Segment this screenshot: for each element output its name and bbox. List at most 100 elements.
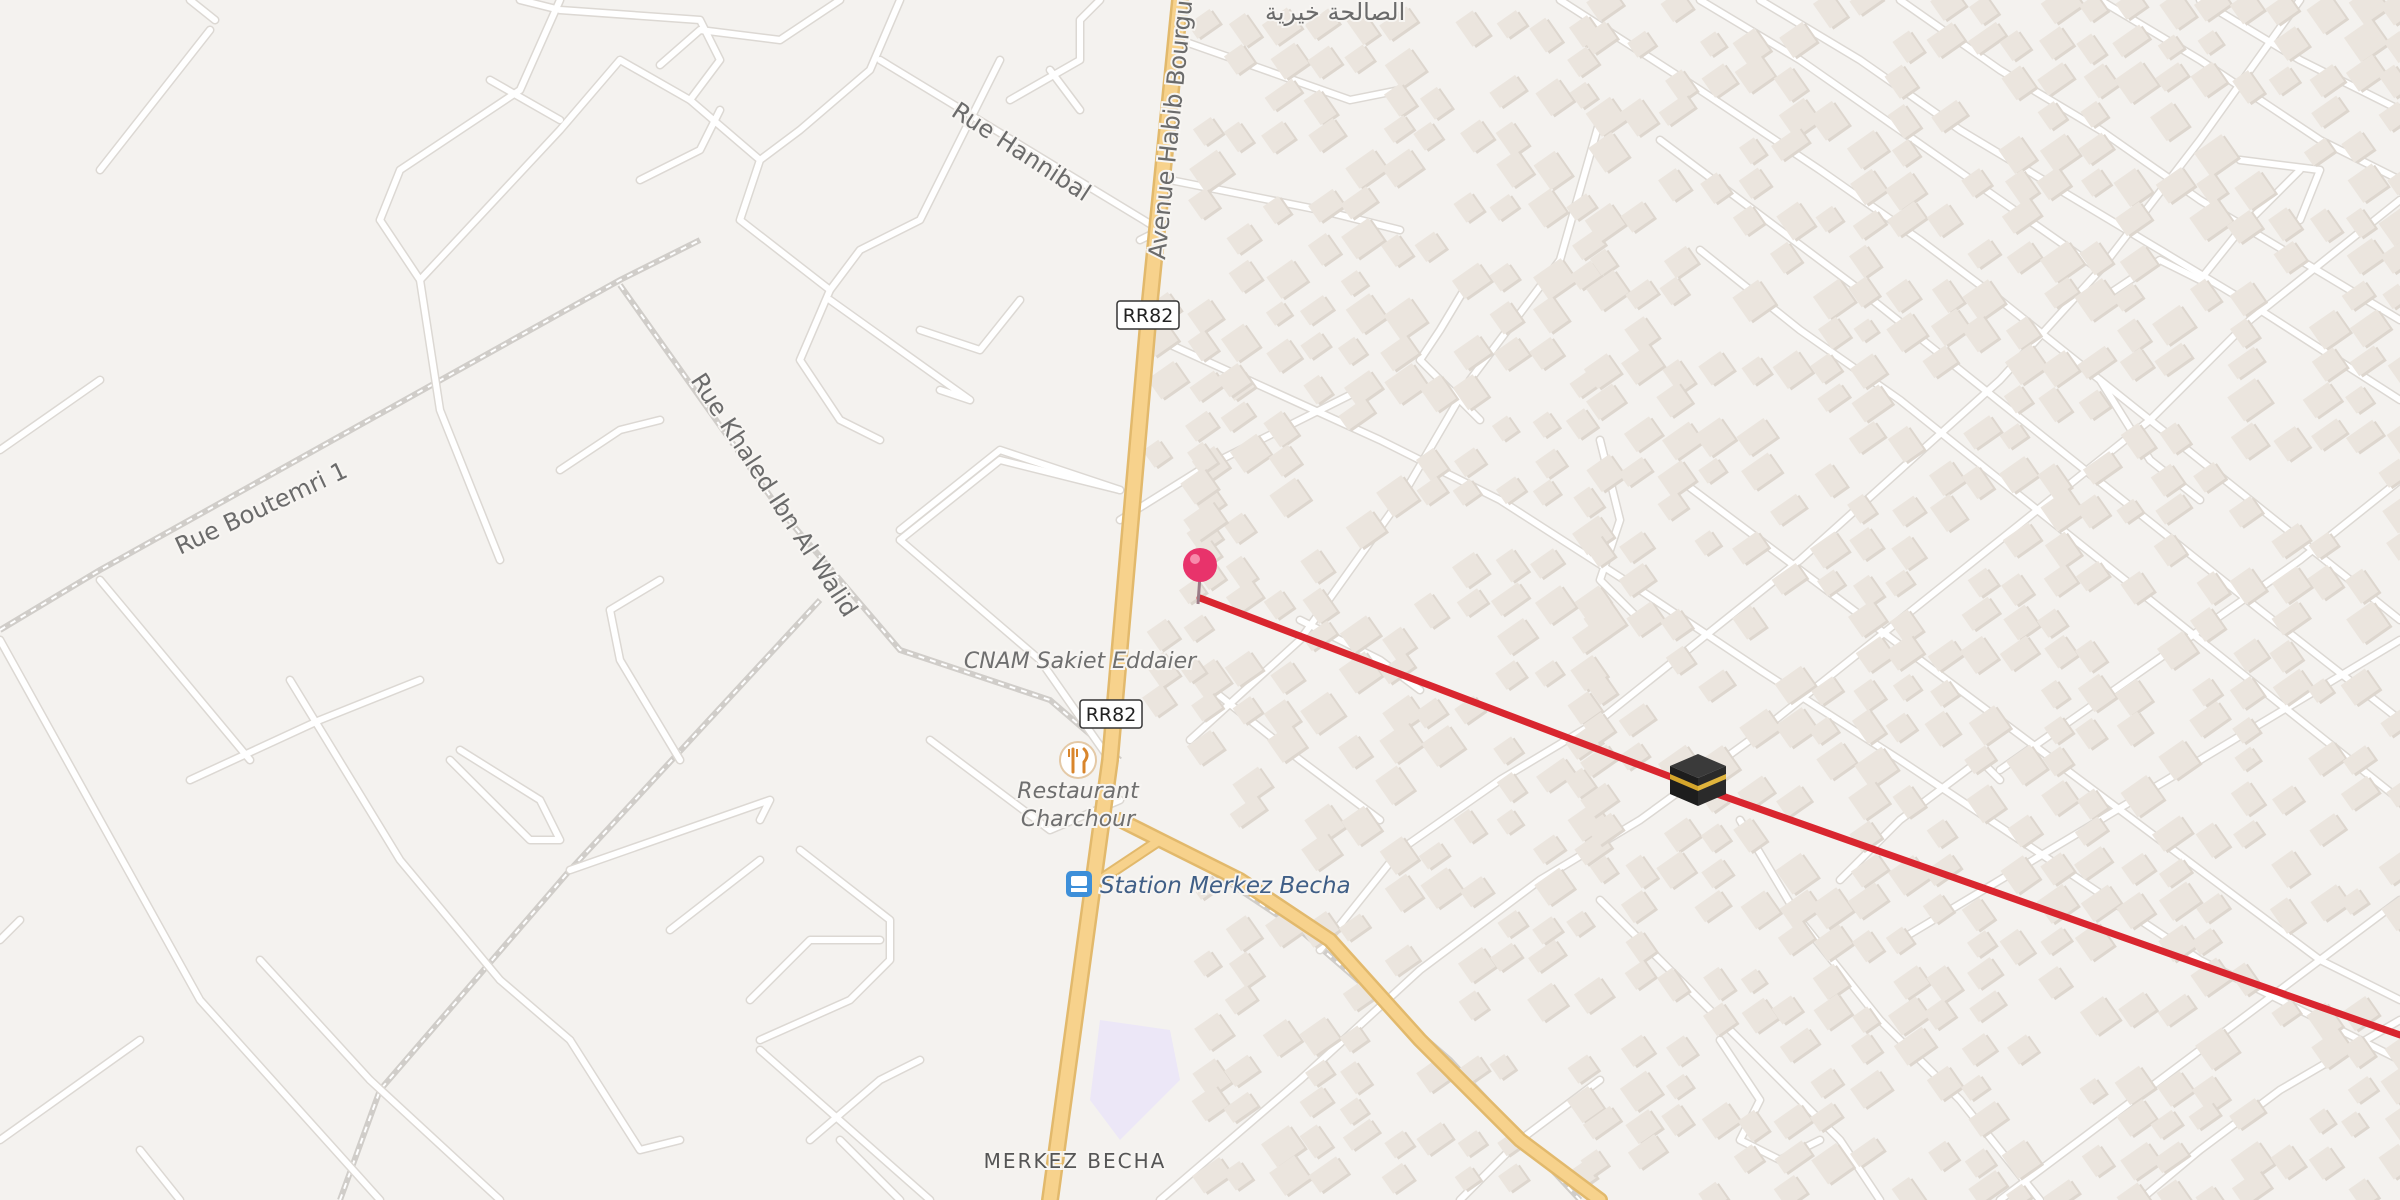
building xyxy=(1565,408,1597,440)
building xyxy=(1662,421,1703,461)
building xyxy=(1850,1069,1892,1109)
building xyxy=(2302,382,2341,419)
building xyxy=(2190,61,2227,98)
building xyxy=(1529,336,1563,370)
building xyxy=(1193,950,1220,977)
building xyxy=(1700,31,1726,57)
building xyxy=(1967,567,1998,598)
building xyxy=(1846,130,1888,170)
building xyxy=(2271,785,2303,815)
building xyxy=(1497,618,1537,656)
building xyxy=(2079,996,2120,1036)
railway-lines xyxy=(0,237,1583,1200)
building xyxy=(1659,276,1688,306)
building xyxy=(1926,203,1961,238)
building xyxy=(1534,659,1563,687)
building xyxy=(1849,527,1883,561)
building xyxy=(2038,966,2071,999)
building xyxy=(1221,323,1260,363)
building xyxy=(2041,779,2078,817)
building xyxy=(2079,240,2113,276)
building xyxy=(2195,1027,2239,1071)
building xyxy=(1892,495,1925,527)
building xyxy=(2343,18,2388,63)
building xyxy=(1891,1176,1925,1200)
building xyxy=(1489,262,1519,292)
building xyxy=(2158,881,2201,921)
building xyxy=(1496,10,1527,39)
place-label-merkez-becha: MERKEZ BECHA xyxy=(984,1149,1167,1173)
building xyxy=(1929,460,1965,497)
building xyxy=(1853,678,1885,711)
building xyxy=(1223,512,1255,544)
building xyxy=(1960,1074,1989,1101)
building xyxy=(2039,133,2080,173)
building xyxy=(2158,739,2200,781)
building xyxy=(1535,448,1566,479)
building xyxy=(2308,1146,2343,1180)
building xyxy=(1228,259,1262,293)
building xyxy=(1384,873,1423,912)
svg-text:RR82: RR82 xyxy=(1123,305,1174,327)
building xyxy=(1566,910,1593,937)
building xyxy=(1183,614,1213,642)
building xyxy=(1967,930,1996,958)
poi-label-cnam[interactable]: CNAM Sakiet Eddaier xyxy=(962,647,1200,676)
building xyxy=(1891,535,1925,571)
building xyxy=(2386,774,2400,808)
minor-roads-west-fill xyxy=(0,0,1163,1200)
building xyxy=(1567,1054,1598,1084)
building xyxy=(2189,198,2233,241)
building xyxy=(1381,1162,1414,1194)
building xyxy=(1458,990,1488,1021)
building xyxy=(1533,834,1565,864)
building xyxy=(2387,350,2400,390)
route-shield: RR82 xyxy=(1079,699,1143,729)
building xyxy=(1772,350,1812,390)
building xyxy=(2114,1065,2155,1106)
building xyxy=(1736,418,1777,456)
building xyxy=(1740,968,1766,994)
restaurant-poi[interactable]: Restaurant Charchour xyxy=(1015,741,1142,834)
building xyxy=(2347,1076,2378,1104)
poi-label-station: Station Merkez Becha xyxy=(1100,873,1351,899)
bus-station-poi[interactable]: Station Merkez Becha xyxy=(1066,871,1353,901)
building xyxy=(1223,44,1255,75)
poi-label-restaurant-line1: Restaurant xyxy=(1017,779,1140,804)
building xyxy=(1498,1163,1528,1193)
building xyxy=(1384,1130,1414,1159)
building xyxy=(1453,192,1484,223)
building xyxy=(2007,814,2041,848)
building xyxy=(1884,171,1926,211)
building xyxy=(1305,1059,1334,1087)
building xyxy=(2378,1143,2400,1180)
building xyxy=(1194,1012,1233,1051)
bus-stop-icon xyxy=(1066,871,1092,897)
building xyxy=(1813,924,1853,962)
building xyxy=(2003,604,2040,641)
street-label-rue-khaled-ibn-al-walid: Rue Khaled Ibn Al Walid xyxy=(685,368,863,622)
building xyxy=(1383,297,1427,340)
building xyxy=(2271,850,2309,888)
street-label-avenue-habib-bourgui: Avenue Habib Bourgui xyxy=(1143,0,1199,261)
building xyxy=(2116,711,2152,747)
building xyxy=(2039,26,2073,60)
building xyxy=(2229,567,2266,605)
building xyxy=(2113,167,2152,208)
building xyxy=(1999,635,2038,672)
building xyxy=(1299,1086,1333,1118)
building xyxy=(1489,301,1523,335)
building xyxy=(1892,673,1921,701)
building xyxy=(1809,100,1849,141)
building xyxy=(2268,207,2302,242)
building xyxy=(1268,444,1301,477)
building xyxy=(2386,418,2400,455)
map-view[interactable]: Avenue Habib Bourgui Rue Hannibal Rue Bo… xyxy=(0,0,2400,1200)
area-label-arabic: الصالحة خيرية xyxy=(1265,0,1405,26)
building xyxy=(1660,608,1692,641)
building xyxy=(2382,495,2400,534)
map-canvas[interactable]: Avenue Habib Bourgui Rue Hannibal Rue Bo… xyxy=(0,0,2400,1200)
building xyxy=(2081,168,2111,197)
building xyxy=(2080,884,2121,922)
building xyxy=(2384,1101,2400,1142)
